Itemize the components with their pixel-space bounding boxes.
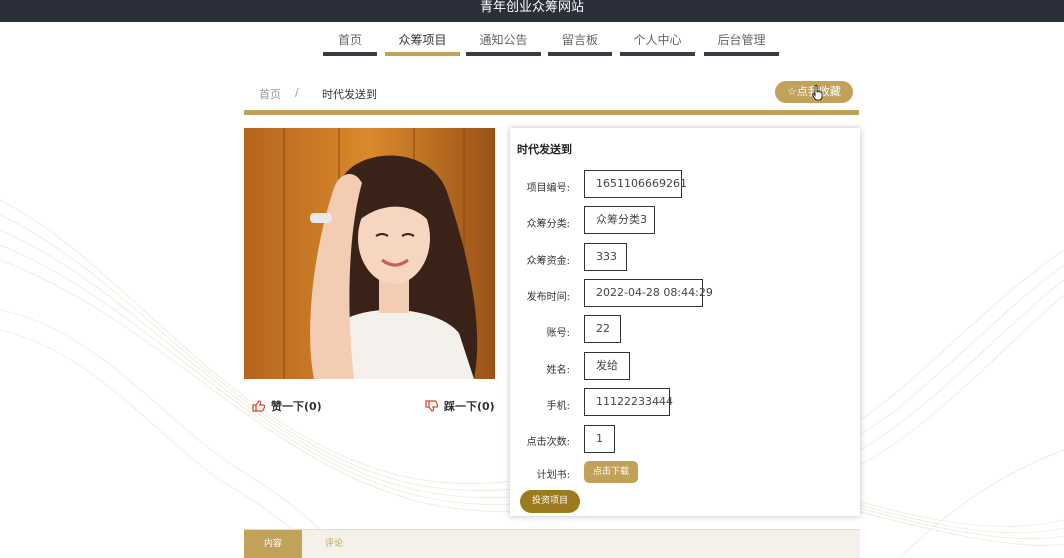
invest-button[interactable]: 投资项目 <box>520 490 580 513</box>
project-image <box>244 128 495 379</box>
breadcrumb-separator: / <box>295 86 299 99</box>
divider-bar <box>244 110 859 115</box>
nav-admin[interactable]: 后台管理 <box>704 26 779 56</box>
main-nav: 首页 众筹项目 通知公告 留言板 个人中心 后台管理 <box>0 26 1064 58</box>
field-label-publish-time: 发布时间: <box>526 292 570 303</box>
project-detail-panel: 时代发送到 项目编号: 1651106669261 众筹分类: 众筹分类3 众筹… <box>510 128 860 516</box>
field-label-category: 众筹分类: <box>526 219 570 230</box>
download-plan-button[interactable]: 点击下载 <box>584 461 638 483</box>
field-value-account: 22 <box>584 315 621 343</box>
field-label-name: 姓名: <box>546 365 570 376</box>
content-tabs: 内容 评论 <box>244 529 860 558</box>
tab-comments[interactable]: 评论 <box>312 530 356 558</box>
project-title: 时代发送到 <box>517 143 572 156</box>
dislike-button[interactable]: 踩一下(0) <box>425 398 495 414</box>
field-label-phone: 手机: <box>546 401 570 412</box>
field-value-phone: 11122233444 <box>584 388 673 416</box>
field-label-account: 账号: <box>546 328 570 339</box>
nav-projects[interactable]: 众筹项目 <box>385 26 460 56</box>
breadcrumb-current: 时代发送到 <box>322 88 377 101</box>
vote-row: 赞一下(0) 踩一下(0) <box>244 392 495 420</box>
dislike-label: 踩一下(0) <box>444 400 495 413</box>
field-label-plan: 计划书: <box>536 470 570 481</box>
field-label-clicks: 点击次数: <box>526 437 570 448</box>
field-value-clicks: 1 <box>584 425 615 453</box>
nav-home[interactable]: 首页 <box>323 26 377 56</box>
field-value-id: 1651106669261 <box>584 170 687 198</box>
nav-messages[interactable]: 留言板 <box>548 26 612 56</box>
site-title: 青年创业众筹网站 <box>479 0 584 15</box>
field-label-id: 项目编号: <box>526 183 570 194</box>
field-value-publish-time: 2022-04-28 08:44:29 <box>584 279 713 307</box>
thumbs-down-icon <box>425 400 438 412</box>
field-value-name: 发给 <box>584 352 630 380</box>
site-header: 青年创业众筹网站 <box>0 0 1064 22</box>
field-label-amount: 众筹资金: <box>526 256 570 267</box>
tab-content[interactable]: 内容 <box>244 530 302 558</box>
like-button[interactable]: 赞一下(0) <box>252 398 322 414</box>
nav-notices[interactable]: 通知公告 <box>466 26 541 56</box>
hand-pointer-icon <box>812 85 823 101</box>
nav-profile[interactable]: 个人中心 <box>620 26 695 56</box>
like-label: 赞一下(0) <box>271 400 322 413</box>
breadcrumb-home[interactable]: 首页 <box>259 86 281 102</box>
field-value-amount: 333 <box>584 243 627 271</box>
field-value-category: 众筹分类3 <box>584 206 655 234</box>
thumbs-up-icon <box>252 400 265 412</box>
